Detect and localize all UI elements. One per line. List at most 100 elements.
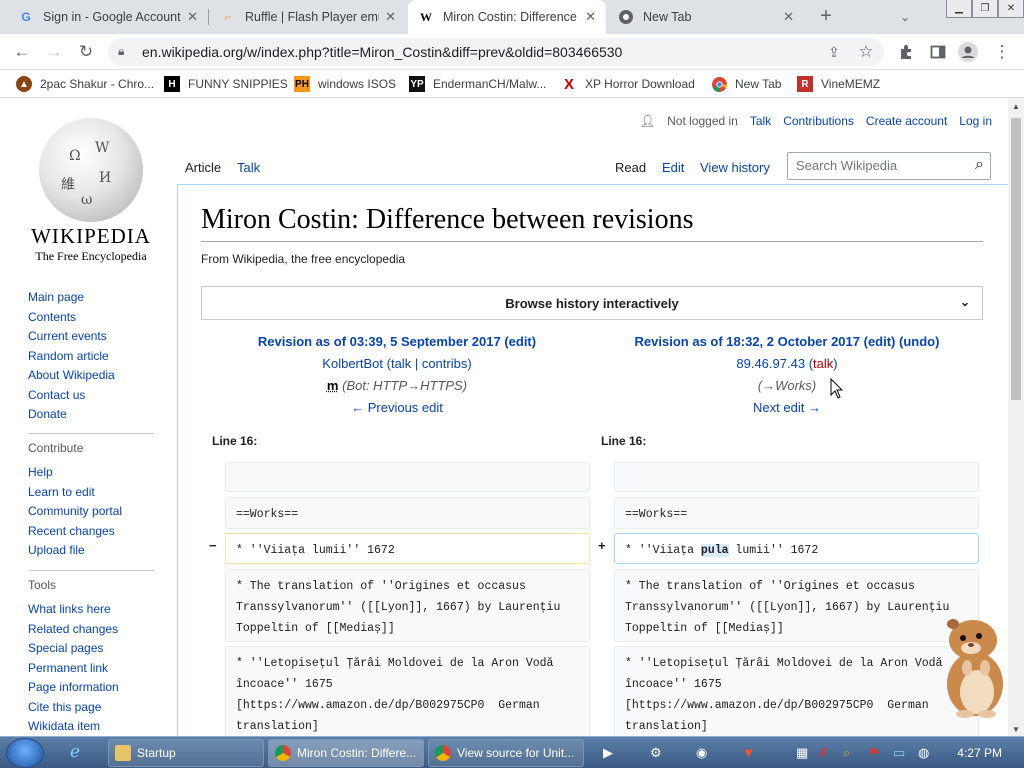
tab-google-signin[interactable]: G Sign in - Google Account ✕	[8, 0, 208, 34]
reload-icon[interactable]: ↻	[76, 42, 96, 62]
nav-related-changes[interactable]: Related changes	[28, 620, 119, 640]
nav-what-links-here[interactable]: What links here	[28, 600, 119, 620]
tab-edit[interactable]: Edit	[662, 160, 684, 184]
address-bar[interactable]: 🔒︎ en.wikipedia.org/w/index.php?title=Mi…	[108, 38, 884, 66]
undo-link[interactable]: (undo)	[899, 334, 939, 349]
nav-page-information[interactable]: Page information	[28, 678, 119, 698]
edge-icon[interactable]: ◉	[696, 745, 707, 761]
close-icon[interactable]: ✕	[783, 9, 794, 25]
brave-icon[interactable]: ▼	[742, 745, 755, 760]
browse-history-button[interactable]: Browse history interactively ⌄	[201, 286, 983, 320]
nav-random-article[interactable]: Random article	[28, 347, 115, 367]
tab-miron-costin[interactable]: W Miron Costin: Difference ✕	[408, 0, 606, 34]
bookmark-xp-horror[interactable]: X XP Horror Download	[561, 75, 695, 93]
chrome-icon	[618, 9, 634, 25]
new-tab-plus-icon[interactable]: +	[816, 5, 836, 27]
nav-current-events[interactable]: Current events	[28, 327, 115, 347]
right-talk-link[interactable]: talk	[813, 356, 833, 371]
left-user-link[interactable]: KolbertBot	[322, 356, 383, 371]
log-in-link[interactable]: Log in	[959, 114, 992, 128]
left-revision-link[interactable]: Revision as of 03:39, 5 September 2017	[258, 334, 501, 349]
internet-explorer-icon[interactable]: ℯ	[70, 742, 80, 762]
bookmark-windows-isos[interactable]: PH windows ISOS	[294, 75, 396, 93]
nav-donate[interactable]: Donate	[28, 405, 115, 425]
tab-search-chevron-icon[interactable]: ⌄	[895, 7, 915, 27]
nav-community-portal[interactable]: Community portal	[28, 502, 122, 522]
search-icon[interactable]: ⌕	[975, 156, 984, 174]
nav-main-page[interactable]: Main page	[28, 288, 115, 308]
back-arrow-icon[interactable]: ←	[12, 42, 32, 62]
start-button-icon[interactable]	[6, 738, 44, 768]
tab-strip: G Sign in - Google Account ✕ ⌐ Ruffle | …	[0, 0, 1024, 34]
next-edit-link[interactable]: Next edit →	[753, 400, 821, 415]
taskbar-item-view-source[interactable]: View source for Unit...	[428, 739, 584, 767]
right-edit-link[interactable]: (edit)	[864, 334, 896, 349]
tab-new-tab[interactable]: New Tab ✕	[608, 0, 804, 34]
tray-flag-icon[interactable]: ⚑	[868, 745, 880, 761]
bookmark-funny-snippies[interactable]: H FUNNY SNIPPIES	[164, 75, 288, 93]
tray-volume-icon[interactable]: ◍	[918, 745, 929, 761]
create-account-link[interactable]: Create account	[866, 114, 947, 128]
nav-about[interactable]: About Wikipedia	[28, 366, 115, 386]
tray-monitor-icon[interactable]: ▭	[893, 745, 905, 761]
wikipedia-logo[interactable]: Ω W 維 И ω WIKIPEDIA The Free Encyclopedi…	[26, 118, 156, 263]
scroll-down-arrow-icon[interactable]: ▼	[1012, 725, 1020, 734]
minimize-icon[interactable]: ▁	[946, 0, 972, 18]
tray-icon-1[interactable]: ▦	[796, 745, 808, 761]
scroll-up-arrow-icon[interactable]: ▲	[1012, 102, 1020, 111]
share-icon[interactable]: ⇪	[824, 42, 844, 62]
scrollbar-thumb[interactable]	[1011, 118, 1021, 400]
menu-kebab-icon[interactable]: ⋮	[992, 42, 1012, 62]
tray-icon-2[interactable]: ✗	[818, 745, 829, 761]
search-input[interactable]: Search Wikipedia ⌕	[787, 152, 991, 180]
left-contribs-link[interactable]: contribs	[422, 356, 468, 371]
page-scrollbar[interactable]: ▲ ▼	[1008, 98, 1024, 736]
bookmark-2pac[interactable]: ▲ 2pac Shakur - Chro...	[16, 75, 154, 93]
added-text-after: lumii'' 1672	[728, 544, 819, 557]
tray-search-icon[interactable]: ⌕	[843, 745, 850, 761]
nav-recent-changes[interactable]: Recent changes	[28, 522, 122, 542]
nav-wikidata-item[interactable]: Wikidata item	[28, 717, 119, 736]
previous-edit-link[interactable]: ← Previous edit	[351, 400, 443, 415]
extensions-puzzle-icon[interactable]	[896, 42, 916, 62]
nav-cite-this-page[interactable]: Cite this page	[28, 698, 119, 718]
media-player-icon[interactable]: ▶	[603, 745, 613, 761]
star-icon[interactable]: ☆	[856, 42, 876, 62]
nav-contents[interactable]: Contents	[28, 308, 115, 328]
close-icon[interactable]: ✕	[385, 9, 396, 25]
close-icon[interactable]: ✕	[187, 9, 198, 25]
right-revision-link[interactable]: Revision as of 18:32, 2 October 2017	[635, 334, 860, 349]
left-talk-link[interactable]: talk	[391, 356, 411, 371]
tab-ruffle[interactable]: ⌐ Ruffle | Flash Player emul ✕	[210, 0, 406, 34]
close-window-icon[interactable]: ✕	[998, 0, 1024, 18]
taskbar-item-startup[interactable]: Startup	[108, 739, 264, 767]
forward-arrow-icon[interactable]: →	[44, 42, 64, 62]
taskbar-item-miron-costin[interactable]: Miron Costin: Differe...	[268, 739, 424, 767]
bookmark-endermanch[interactable]: YP EndermanCH/Malw...	[409, 75, 546, 93]
right-user-link[interactable]: 89.46.97.43	[736, 356, 805, 371]
tab-read[interactable]: Read	[615, 160, 646, 184]
nav-contribute: Contribute Help Learn to edit Community …	[28, 441, 122, 561]
personal-talk-link[interactable]: Talk	[750, 114, 771, 128]
bookmark-label: windows ISOS	[318, 77, 397, 91]
profile-avatar-icon[interactable]	[958, 42, 978, 62]
app-icon[interactable]: ⚙	[650, 745, 662, 761]
close-icon[interactable]: ✕	[585, 9, 596, 25]
user-icon: 👤︎	[639, 114, 656, 128]
tab-article[interactable]: Article	[185, 160, 221, 184]
lock-icon: 🔒︎	[118, 44, 125, 58]
contributions-link[interactable]: Contributions	[783, 114, 854, 128]
nav-upload-file[interactable]: Upload file	[28, 541, 122, 561]
nav-contact[interactable]: Contact us	[28, 386, 115, 406]
nav-help[interactable]: Help	[28, 463, 122, 483]
tab-talk[interactable]: Talk	[237, 160, 260, 184]
nav-permanent-link[interactable]: Permanent link	[28, 659, 119, 679]
tab-view-history[interactable]: View history	[700, 160, 770, 184]
nav-learn-to-edit[interactable]: Learn to edit	[28, 483, 122, 503]
bookmark-vinememz[interactable]: R VineMEMZ	[797, 75, 880, 93]
side-panel-icon[interactable]	[928, 42, 948, 62]
maximize-icon[interactable]: ❐	[972, 0, 998, 18]
bookmark-new-tab[interactable]: New Tab	[711, 75, 781, 93]
nav-special-pages[interactable]: Special pages	[28, 639, 119, 659]
left-edit-link[interactable]: (edit)	[504, 334, 536, 349]
